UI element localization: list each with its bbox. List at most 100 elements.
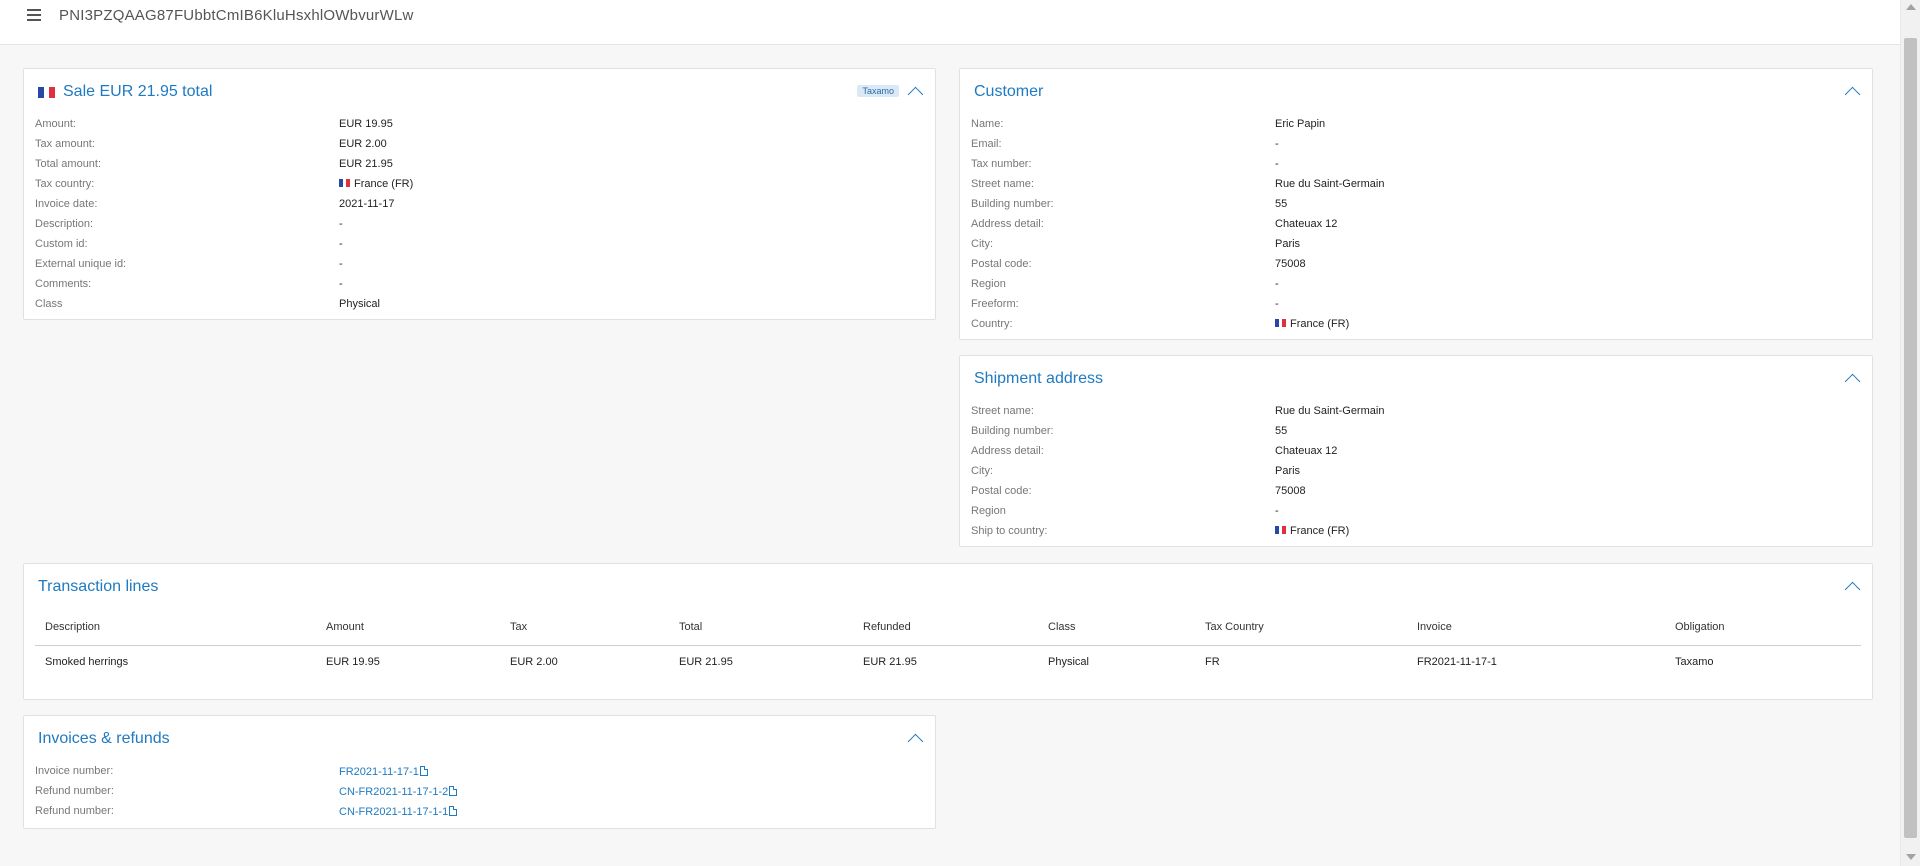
detail-value: - — [1275, 278, 1279, 290]
detail-label: External unique id: — [35, 258, 127, 270]
table-cell: Taxamo — [1675, 656, 1714, 669]
invoices-refunds-panel: Invoices & refunds Invoice number: FR2021… — [23, 715, 936, 829]
column-header: Total — [669, 609, 853, 646]
table-cell: EUR 19.95 — [326, 656, 380, 669]
invoice-link[interactable]: FR2021-11-17-1 — [1407, 645, 1665, 679]
detail-value-text[interactable]: CN-FR2021-11-17-1-2 — [339, 786, 448, 798]
collapse-chevron-up-icon[interactable] — [1844, 373, 1861, 390]
detail-value-text[interactable]: CN-FR2021-11-17-1-1 — [339, 806, 448, 818]
detail-row: Invoice date: 2021-11-17 — [35, 194, 925, 214]
detail-row: Freeform: - — [971, 294, 1862, 314]
detail-value[interactable]: CN-FR2021-11-17-1-1 — [339, 805, 458, 818]
france-flag-icon — [339, 179, 351, 188]
detail-label: Refund number: — [35, 785, 114, 797]
detail-label: Name: — [971, 118, 1004, 130]
detail-value[interactable]: CN-FR2021-11-17-1-2 — [339, 785, 458, 798]
france-flag-icon — [38, 86, 56, 98]
detail-value-text: Paris — [1275, 465, 1301, 477]
detail-value: - — [1275, 158, 1279, 170]
detail-value: Rue du Saint-Germain — [1275, 178, 1384, 190]
detail-value-text: - — [1275, 158, 1279, 170]
detail-row: City: Paris — [971, 234, 1862, 254]
detail-label: Class — [35, 298, 63, 310]
detail-value-text: Chateuax 12 — [1275, 218, 1338, 230]
column-header: Class — [1038, 609, 1195, 646]
detail-value-text: - — [339, 238, 343, 250]
column-header: Tax Country — [1195, 609, 1407, 646]
detail-label: Street name: — [971, 178, 1034, 190]
scroll-down-arrow-icon[interactable] — [1906, 854, 1916, 860]
detail-label: Invoice number: — [35, 765, 114, 777]
table-cell: Smoked herrings — [45, 656, 129, 669]
collapse-chevron-up-icon[interactable] — [1844, 86, 1861, 103]
detail-value-text[interactable]: FR2021-11-17-1 — [339, 766, 419, 778]
document-icon[interactable] — [449, 785, 458, 796]
detail-label: Postal code: — [971, 258, 1032, 270]
detail-value: - — [1275, 298, 1279, 310]
document-icon[interactable] — [449, 805, 458, 816]
detail-label: Region — [971, 278, 1006, 290]
top-bar: PNI3PZQAAG87FUbbtCmIB6KluHsxhlOWbvurWLw — [0, 0, 1900, 45]
detail-value-text: France (FR) — [354, 178, 414, 190]
detail-label: Postal code: — [971, 485, 1032, 497]
detail-value-text: France (FR) — [1290, 525, 1350, 537]
detail-value: Physical — [339, 298, 380, 310]
detail-value: France (FR) — [1275, 525, 1349, 537]
detail-value: - — [339, 238, 343, 250]
detail-label: Street name: — [971, 405, 1034, 417]
detail-value-text: - — [1275, 298, 1279, 310]
sale-title-text: Sale EUR 21.95 total — [63, 83, 213, 100]
detail-value-text: EUR 19.95 — [339, 118, 393, 130]
detail-row: Refund number: CN-FR2021-11-17-1-1 — [35, 801, 925, 821]
detail-value: - — [1275, 138, 1279, 150]
detail-value-text: 75008 — [1275, 485, 1306, 497]
detail-value-text: - — [1275, 278, 1279, 290]
detail-label: Address detail: — [971, 445, 1044, 457]
column-header: Obligation — [1665, 609, 1861, 646]
france-flag-icon — [1275, 319, 1287, 328]
document-icon[interactable] — [419, 765, 428, 776]
column-header: Tax — [500, 609, 669, 646]
detail-value-text: Rue du Saint-Germain — [1275, 178, 1385, 190]
shipment-panel: Shipment address Street name: Rue du Sain… — [959, 355, 1873, 547]
detail-value[interactable]: FR2021-11-17-1 — [339, 765, 428, 778]
scrollbar-thumb[interactable] — [1904, 38, 1917, 838]
detail-row: Street name: Rue du Saint-Germain — [971, 174, 1862, 194]
detail-value: 55 — [1275, 425, 1287, 437]
table-row: Smoked herrings EUR 19.95 EUR 2.00 EUR 21.9… — [35, 645, 1861, 679]
scroll-up-arrow-icon[interactable] — [1906, 4, 1916, 10]
detail-value-text: 75008 — [1275, 258, 1306, 270]
detail-value-text: Rue du Saint-Germain — [1275, 405, 1385, 417]
detail-value-text: Physical — [339, 298, 380, 310]
detail-row: Address detail: Chateuax 12 — [971, 214, 1862, 234]
detail-label: Freeform: — [971, 298, 1019, 310]
table-header-row: Description Amount Tax Total Refunded Class Ta… — [35, 609, 1861, 646]
detail-row: Refund number: CN-FR2021-11-17-1-2 — [35, 781, 925, 801]
detail-row: Tax country: France (FR) — [35, 174, 925, 194]
detail-row: Street name: Rue du Saint-Germain — [971, 401, 1862, 421]
vertical-scrollbar[interactable] — [1900, 0, 1920, 866]
detail-row: Total amount: EUR 21.95 — [35, 154, 925, 174]
detail-value: EUR 19.95 — [339, 118, 393, 130]
detail-label: Email: — [971, 138, 1002, 150]
detail-value: - — [339, 218, 343, 230]
table-cell: EUR 21.95 — [863, 656, 917, 669]
column-header: Description — [35, 609, 316, 646]
collapse-chevron-up-icon[interactable] — [907, 86, 924, 103]
detail-value: Rue du Saint-Germain — [1275, 405, 1384, 417]
table-cell: EUR 2.00 — [510, 656, 558, 669]
page-title: PNI3PZQAAG87FUbbtCmIB6KluHsxhlOWbvurWLw — [59, 6, 414, 24]
detail-row: Building number: 55 — [971, 421, 1862, 441]
hamburger-icon[interactable] — [27, 9, 41, 21]
transaction-lines-panel: Transaction lines Description Amount Tax To… — [23, 563, 1873, 700]
table-cell: FR — [1205, 656, 1220, 669]
detail-row: Postal code: 75008 — [971, 254, 1862, 274]
collapse-chevron-up-icon[interactable] — [1844, 581, 1861, 598]
collapse-chevron-up-icon[interactable] — [907, 733, 924, 750]
customer-panel-title: Customer — [974, 83, 1044, 100]
detail-row: Class Physical — [35, 294, 925, 314]
detail-label: Ship to country: — [971, 525, 1048, 537]
table-cell: EUR 21.95 — [679, 656, 733, 669]
detail-label: City: — [971, 465, 993, 477]
detail-value: Paris — [1275, 238, 1300, 250]
